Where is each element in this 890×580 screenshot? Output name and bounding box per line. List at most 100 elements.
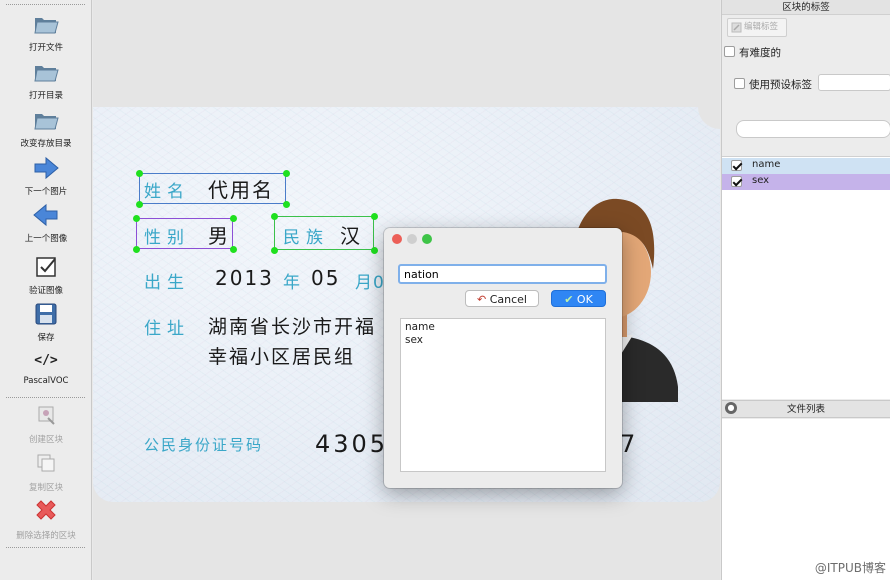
bbox-sex[interactable]	[136, 218, 233, 249]
card-month-partial: 月0	[355, 273, 385, 293]
delete-x-icon	[36, 500, 56, 520]
change-save-dir-label: 改变存放目录	[20, 139, 72, 149]
box-labels-title: 区块的标签	[722, 0, 890, 15]
label-dialog: ↶ Cancel ✔ OK name sex	[384, 228, 622, 488]
default-label-input[interactable]	[818, 74, 890, 91]
bbox-handle[interactable]	[371, 213, 378, 220]
bbox-name[interactable]	[139, 173, 286, 204]
difficult-checkbox[interactable]	[724, 46, 735, 57]
verify-image-button[interactable]: 验证图像	[0, 252, 92, 296]
toolbar: 打开文件 打开目录 改变存放目录 下一个图片 上一个图像 验证图像 保存 </>…	[0, 0, 92, 580]
label-input[interactable]	[398, 264, 607, 284]
settings-gear-icon[interactable]: ●	[725, 402, 737, 414]
card-corner	[698, 107, 720, 129]
duplicate-box-button[interactable]: 复制区块	[0, 449, 92, 493]
card-address-line2: 幸福小区居民组	[208, 346, 356, 368]
prev-image-label: 上一个图像	[24, 234, 68, 244]
bbox-nation[interactable]	[274, 216, 374, 250]
bbox-handle[interactable]	[283, 201, 290, 208]
edit-label-button[interactable]: 编辑标签	[727, 18, 787, 37]
next-image-button[interactable]: 下一个图片	[0, 153, 92, 197]
folder-open-icon	[34, 114, 59, 130]
file-list[interactable]	[722, 419, 890, 580]
use-default-label-text: 使用预设标签	[749, 79, 812, 91]
bbox-handle[interactable]	[283, 170, 290, 177]
change-save-dir-button[interactable]: 改变存放目录	[0, 105, 92, 149]
open-dir-button[interactable]: 打开目录	[0, 57, 92, 101]
bbox-handle[interactable]	[271, 213, 278, 220]
card-address-line1: 湖南省长沙市开福	[208, 316, 377, 338]
verify-image-label: 验证图像	[28, 286, 63, 296]
list-item[interactable]: sex	[401, 334, 605, 347]
label-history-list[interactable]: name sex	[400, 318, 606, 472]
difficult-label: 有难度的	[739, 47, 781, 59]
file-list-title: 文件列表	[786, 404, 825, 415]
list-item[interactable]: name	[401, 321, 605, 334]
delete-box-label: 删除选择的区块	[16, 531, 76, 541]
arrow-left-icon	[33, 203, 58, 227]
watermark: @ITPUB博客	[814, 561, 886, 575]
duplicate-box-label: 复制区块	[28, 483, 63, 493]
card-birth-label: 出生	[144, 273, 190, 293]
edit-label-text: 编辑标签	[744, 22, 779, 32]
file-list-header: ● 文件列表	[722, 400, 890, 418]
label-filter-input[interactable]	[736, 120, 890, 138]
checkbox-icon	[36, 257, 56, 277]
arrow-right-icon	[34, 156, 59, 180]
open-file-button[interactable]: 打开文件	[0, 9, 92, 53]
save-button[interactable]: 保存	[0, 299, 92, 343]
open-dir-label: 打开目录	[28, 91, 63, 101]
edit-icon	[731, 22, 742, 33]
ok-label: OK	[576, 293, 593, 306]
open-file-label: 打开文件	[28, 43, 63, 53]
toolbar-bottom-divider	[6, 547, 85, 548]
folder-open-icon	[34, 66, 59, 82]
label-list-item-name[interactable]: name	[722, 158, 890, 174]
toolbar-top-divider	[6, 4, 85, 5]
use-default-label-checkbox[interactable]	[734, 78, 745, 89]
create-box-button[interactable]: 创建区块	[0, 401, 92, 445]
zoom-window-icon[interactable]	[422, 234, 432, 244]
dialog-titlebar	[384, 228, 622, 250]
undo-arrow-icon: ↶	[477, 293, 487, 306]
bbox-handle[interactable]	[371, 247, 378, 254]
label-checkbox[interactable]	[731, 176, 742, 187]
bbox-handle[interactable]	[230, 246, 237, 253]
save-label: 保存	[37, 333, 55, 343]
bbox-handle[interactable]	[136, 201, 143, 208]
format-toggle-button[interactable]: </> PascalVOC	[0, 352, 92, 386]
card-id-right: 7	[620, 430, 639, 458]
folder-open-icon	[34, 18, 59, 34]
next-image-label: 下一个图片	[24, 187, 68, 197]
label-checkbox[interactable]	[731, 160, 742, 171]
floppy-disk-icon	[35, 303, 57, 325]
bbox-handle[interactable]	[133, 246, 140, 253]
create-box-icon	[38, 406, 55, 425]
ok-button[interactable]: ✔ OK	[551, 290, 606, 307]
label-list-item-text: sex	[752, 175, 770, 186]
copy-icon	[37, 454, 55, 472]
toolbar-divider	[6, 397, 85, 398]
card-id-left: 4305	[315, 430, 389, 458]
bbox-handle[interactable]	[271, 247, 278, 254]
card-year-char: 年	[283, 273, 306, 293]
card-birth-year: 2013	[215, 266, 274, 290]
label-list[interactable]: name sex	[722, 156, 890, 399]
minimize-window-icon[interactable]	[407, 234, 417, 244]
card-address-label: 住址	[144, 319, 190, 339]
bbox-handle[interactable]	[133, 215, 140, 222]
cancel-label: Cancel	[489, 293, 527, 306]
create-box-label: 创建区块	[28, 435, 63, 445]
bbox-handle[interactable]	[230, 215, 237, 222]
cancel-button[interactable]: ↶ Cancel	[465, 290, 539, 307]
label-list-item-sex[interactable]: sex	[722, 174, 890, 190]
card-id-label: 公民身份证号码	[144, 436, 264, 454]
prev-image-button[interactable]: 上一个图像	[0, 200, 92, 244]
card-birth-month: 05	[311, 266, 341, 290]
close-window-icon[interactable]	[392, 234, 402, 244]
format-label: PascalVOC	[23, 376, 69, 386]
right-panel: 区块的标签 编辑标签 有难度的 使用预设标签 name sex ● 文件列表	[721, 0, 890, 580]
code-icon: </>	[34, 353, 58, 368]
delete-box-button[interactable]: 删除选择的区块	[0, 497, 92, 541]
bbox-handle[interactable]	[136, 170, 143, 177]
